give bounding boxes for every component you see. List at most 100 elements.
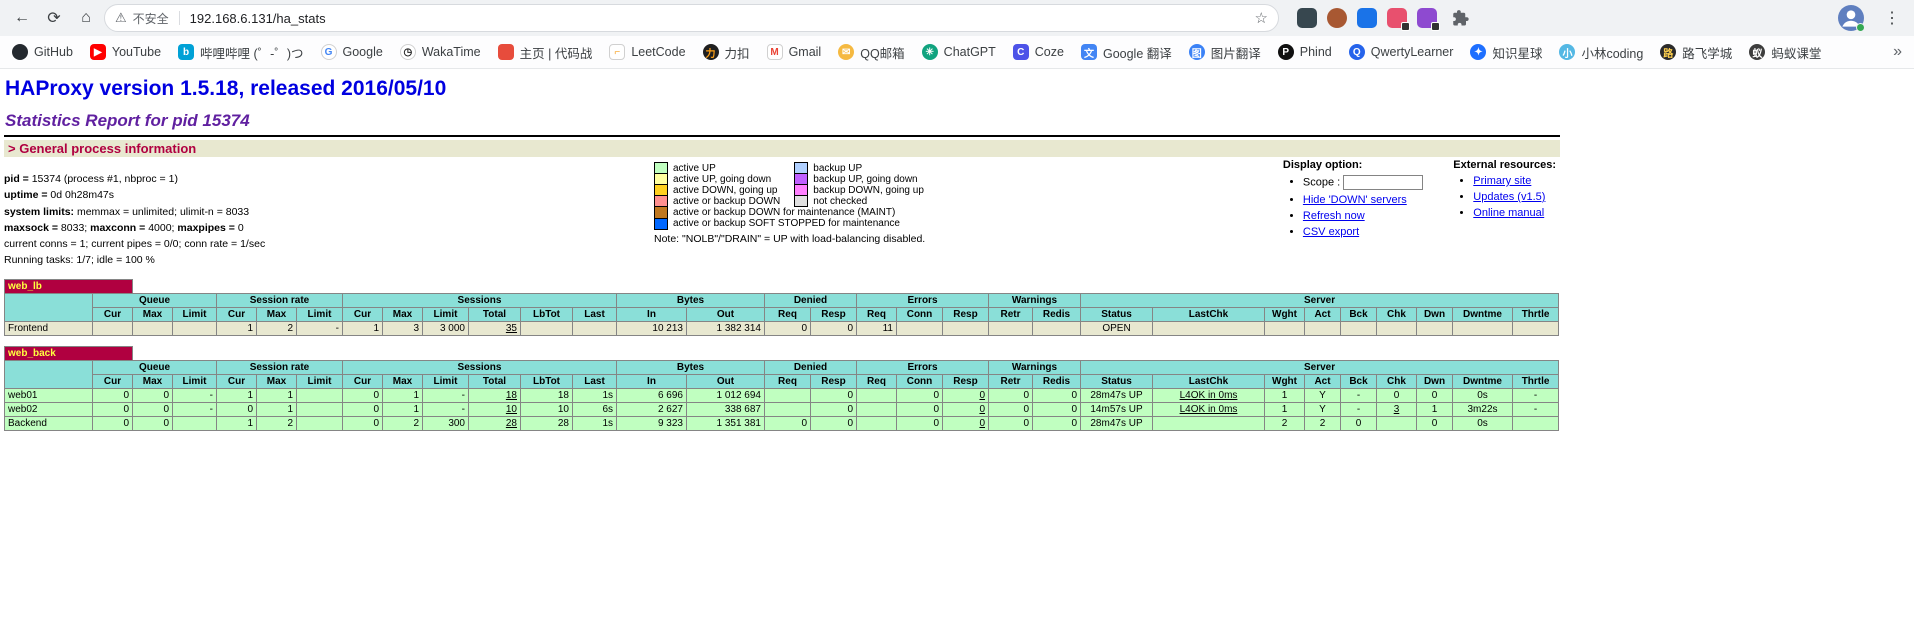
stat-cell: 1 (1417, 402, 1453, 416)
legend-label: backup UP (808, 163, 938, 174)
legend-label: active UP, going down (668, 174, 795, 185)
haproxy-stats-page: HAProxy version 1.5.18, released 2016/05… (0, 69, 1564, 431)
bookmark-item[interactable]: GGoogle (321, 44, 383, 60)
home-icon[interactable]: ⌂ (72, 4, 100, 32)
legend-label: active UP (668, 163, 795, 174)
bookmarks-overflow-icon[interactable]: » (1893, 43, 1902, 61)
display-option-link[interactable]: Refresh now (1303, 210, 1365, 222)
column-header: Wght (1265, 307, 1305, 321)
bookmark-item[interactable]: GitHub (12, 44, 73, 60)
bookmark-item[interactable]: ✦知识星球 (1470, 43, 1542, 62)
stat-cell: 28 (521, 416, 573, 430)
column-group-server: Server (1081, 360, 1559, 374)
stat-link[interactable]: 0 (979, 404, 985, 415)
stat-cell (297, 402, 343, 416)
display-option-link[interactable]: CSV export (1303, 226, 1359, 238)
stat-link[interactable]: 0 (979, 418, 985, 429)
back-icon[interactable]: ← (8, 4, 36, 32)
stat-cell: 0 (93, 402, 133, 416)
column-header: Thrtle (1513, 374, 1559, 388)
stat-cell: - (1513, 388, 1559, 402)
bookmark-item[interactable]: PPhind (1278, 44, 1332, 60)
bookmark-item[interactable]: ▶YouTube (90, 44, 161, 60)
bookmark-item[interactable]: b哔哩哔哩 (゜-゜)つ (178, 43, 303, 62)
stat-cell (857, 388, 897, 402)
legend-label: active or backup DOWN for maintenance (M… (668, 207, 938, 219)
option-list-item: Refresh now (1303, 210, 1423, 222)
bookmark-item[interactable]: MGmail (767, 44, 822, 60)
bookmark-item[interactable]: 蚁蚂蚁课堂 (1749, 43, 1821, 62)
bookmark-item[interactable]: 主页 | 代码战 (498, 43, 593, 62)
stat-cell: 0 (1417, 388, 1453, 402)
address-bar[interactable]: ⚠ 不安全 192.168.6.131/ha_stats ☆ (104, 4, 1279, 32)
stat-link[interactable]: 0 (979, 390, 985, 401)
legend-table: active UPbackup UPactive UP, going downb… (654, 162, 938, 230)
stat-link[interactable]: L4OK in 0ms (1180, 404, 1238, 415)
stat-cell (1153, 321, 1265, 335)
page-title[interactable]: HAProxy version 1.5.18, released 2016/05… (5, 77, 1560, 101)
stat-cell (943, 321, 989, 335)
proxy-name-link[interactable]: web_lb (5, 279, 133, 293)
bookmark-item[interactable]: CCoze (1013, 44, 1064, 60)
stat-cell: 10 213 (617, 321, 687, 335)
extension-icon[interactable] (1417, 8, 1437, 28)
extension-icon[interactable] (1387, 8, 1407, 28)
column-header: Dwn (1417, 307, 1453, 321)
stat-cell (857, 402, 897, 416)
bookmark-item[interactable]: 力力扣 (703, 43, 750, 62)
stat-cell: 0 (1033, 402, 1081, 416)
stat-cell (1377, 321, 1417, 335)
display-option-link[interactable]: Hide 'DOWN' servers (1303, 194, 1407, 206)
column-header: Resp (811, 374, 857, 388)
external-resource-link[interactable]: Online manual (1473, 207, 1544, 219)
google-translate-favicon-icon: 文 (1081, 44, 1097, 60)
external-resource-link[interactable]: Updates (v1.5) (1473, 191, 1545, 203)
stat-cell (173, 321, 217, 335)
scope-input[interactable] (1343, 175, 1423, 190)
browser-menu-icon[interactable]: ⋮ (1878, 8, 1906, 28)
extensions-puzzle-icon[interactable] (1451, 9, 1469, 27)
column-header: Dwntme (1453, 307, 1513, 321)
bookmark-item[interactable]: 文Google 翻译 (1081, 43, 1172, 62)
column-header: Wght (1265, 374, 1305, 388)
presence-dot (1856, 23, 1865, 32)
column-header: Req (765, 307, 811, 321)
stat-cell: 2 627 (617, 402, 687, 416)
bookmark-item[interactable]: QQwertyLearner (1349, 44, 1454, 60)
stat-cell: 1 (383, 402, 423, 416)
stat-cell: 1s (573, 388, 617, 402)
stat-link[interactable]: 35 (506, 323, 517, 334)
stat-link[interactable]: 10 (506, 404, 517, 415)
stat-link[interactable]: 28 (506, 418, 517, 429)
bookmark-item[interactable]: ◷WakaTime (400, 44, 481, 60)
bookmark-star-icon[interactable]: ☆ (1255, 9, 1268, 27)
stat-cell: 0 (811, 402, 857, 416)
profile-avatar[interactable] (1838, 5, 1864, 31)
column-header: Last (573, 307, 617, 321)
image-translate-favicon-icon: 图 (1189, 44, 1205, 60)
stat-link[interactable]: L4OK in 0ms (1180, 390, 1238, 401)
divider (4, 135, 1560, 137)
legend-color-box (795, 163, 808, 174)
proxy-name-link[interactable]: web_back (5, 346, 133, 360)
option-list-item: Hide 'DOWN' servers (1303, 194, 1423, 206)
stat-cell: 3 000 (423, 321, 469, 335)
bookmark-item[interactable]: ✳ChatGPT (922, 44, 996, 60)
bookmark-item[interactable]: ✉QQ邮箱 (838, 43, 904, 62)
stat-link[interactable]: 3 (1394, 404, 1400, 415)
column-header: Out (687, 307, 765, 321)
extension-icon[interactable] (1357, 8, 1377, 28)
bookmark-item[interactable]: 图图片翻译 (1189, 43, 1261, 62)
bookmark-item[interactable]: 小小林coding (1559, 43, 1643, 62)
bookmark-item[interactable]: 路路飞学城 (1660, 43, 1732, 62)
column-header: Cur (93, 307, 133, 321)
bookmark-item[interactable]: ⌐LeetCode (609, 44, 685, 60)
external-resource-link[interactable]: Primary site (1473, 175, 1531, 187)
extension-icon[interactable] (1297, 8, 1317, 28)
stat-cell (1417, 321, 1453, 335)
extension-icon[interactable] (1327, 8, 1347, 28)
process-info-line: current conns = 1; current pipes = 0/0; … (4, 236, 654, 252)
stat-cell: 0 (1341, 416, 1377, 430)
stat-link[interactable]: 18 (506, 390, 517, 401)
reload-icon[interactable]: ⟳ (40, 4, 68, 32)
